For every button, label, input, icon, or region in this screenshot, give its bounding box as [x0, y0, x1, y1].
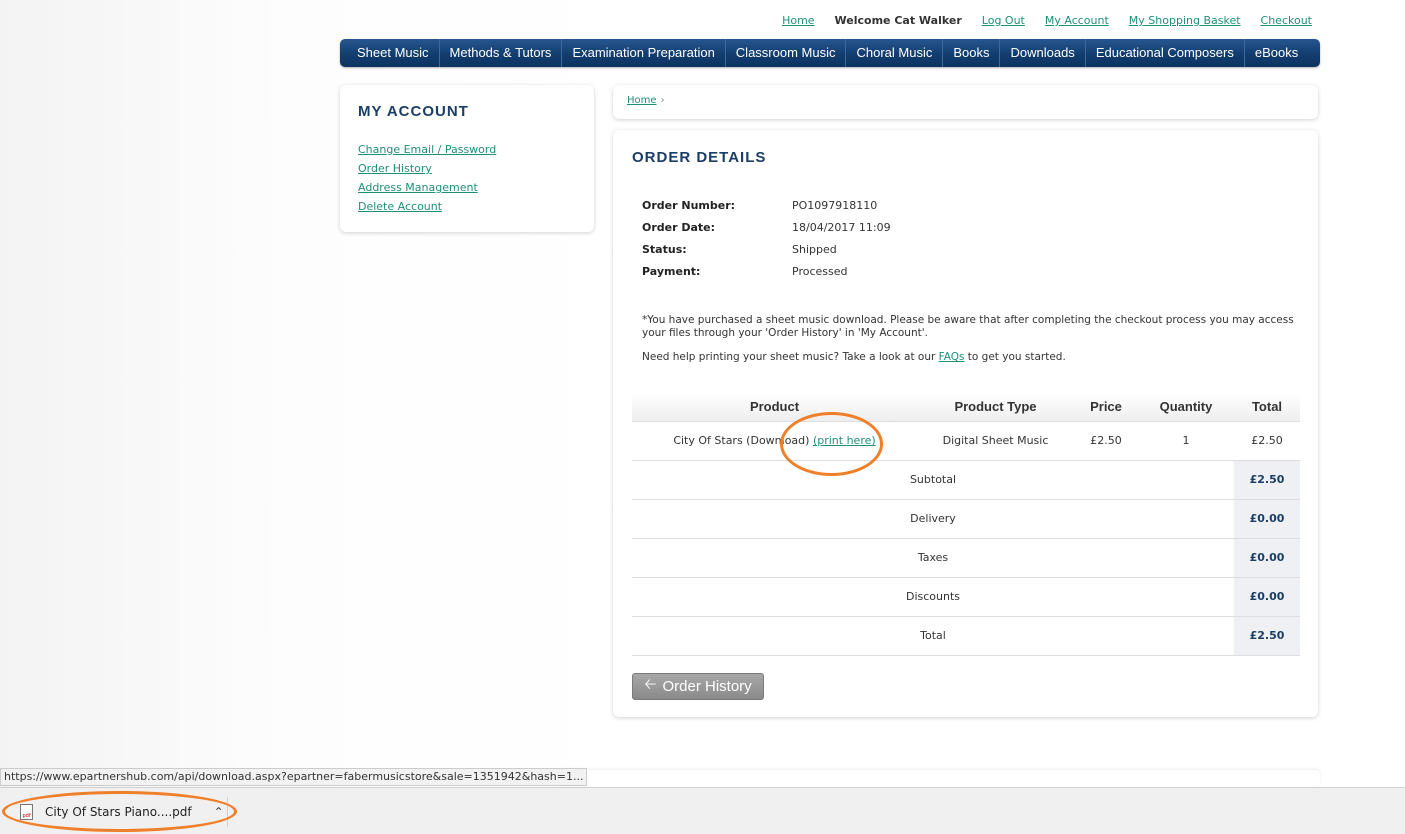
col-product-type: Product Type [917, 393, 1074, 422]
nav-educational-composers[interactable]: Educational Composers [1086, 39, 1245, 67]
pdf-icon-label: pdf [22, 813, 31, 819]
table-header-row: Product Product Type Price Quantity Tota… [632, 393, 1300, 422]
summary-row-total: Total £2.50 [632, 616, 1300, 656]
download-filename: City Of Stars Piano....pdf [45, 805, 192, 819]
order-details-panel: ORDER DETAILS Order Number: PO1097918110… [613, 130, 1318, 717]
order-status-row: Status: Shipped [642, 243, 891, 265]
logout-link[interactable]: Log Out [982, 14, 1025, 27]
delete-account-link[interactable]: Delete Account [358, 197, 576, 216]
account-links: Change Email / Password Order History Ad… [358, 140, 576, 216]
nav-downloads[interactable]: Downloads [1000, 39, 1086, 67]
nav-choral-music[interactable]: Choral Music [846, 39, 944, 67]
my-account-title: MY ACCOUNT [358, 103, 469, 120]
order-items-table: Product Product Type Price Quantity Tota… [632, 393, 1300, 656]
breadcrumb-separator: › [660, 95, 665, 106]
print-help-text: Need help printing your sheet music? Tak… [642, 351, 1302, 364]
welcome-text: Welcome Cat Walker [834, 14, 962, 27]
col-product: Product [632, 393, 917, 422]
nav-books[interactable]: Books [943, 39, 1001, 67]
item-quantity: 1 [1138, 421, 1234, 461]
taxes-value: £0.00 [1234, 538, 1300, 578]
summary-row-delivery: Delivery £0.00 [632, 499, 1300, 539]
order-payment-value: Processed [792, 265, 848, 278]
pdf-file-icon: pdf [20, 804, 33, 820]
subtotal-value: £2.50 [1234, 460, 1300, 500]
delivery-value: £0.00 [1234, 499, 1300, 539]
order-date-value: 18/04/2017 11:09 [792, 221, 891, 234]
summary-row-discounts: Discounts £0.00 [632, 577, 1300, 617]
delivery-label: Delivery [632, 499, 1234, 539]
order-details-title: ORDER DETAILS [632, 149, 767, 166]
nav-classroom-music[interactable]: Classroom Music [726, 39, 847, 67]
col-quantity: Quantity [1138, 393, 1234, 422]
discounts-value: £0.00 [1234, 577, 1300, 617]
order-date-label: Order Date: [642, 221, 716, 234]
order-status-value: Shipped [792, 243, 837, 256]
nav-ebooks[interactable]: eBooks [1245, 39, 1308, 67]
status-url: https://www.epartnershub.com/api/downloa… [0, 768, 588, 786]
subtotal-label: Subtotal [632, 460, 1234, 500]
item-total: £2.50 [1234, 421, 1300, 461]
breadcrumb: Home › [613, 85, 1318, 119]
item-type: Digital Sheet Music [917, 421, 1074, 461]
top-links: Home Welcome Cat Walker Log Out My Accou… [782, 14, 1312, 27]
total-label: Total [632, 616, 1234, 656]
taxes-label: Taxes [632, 538, 1234, 578]
discounts-label: Discounts [632, 577, 1234, 617]
print-here-link[interactable]: (print here) [813, 434, 876, 447]
table-row: City Of Stars (Download) (print here) Di… [632, 421, 1300, 461]
nav-sheet-music[interactable]: Sheet Music [347, 39, 440, 67]
summary-row-subtotal: Subtotal £2.50 [632, 460, 1300, 500]
nav-examination-preparation[interactable]: Examination Preparation [562, 39, 726, 67]
item-product-cell: City Of Stars (Download) (print here) [632, 421, 917, 461]
order-number-label: Order Number: [642, 199, 736, 212]
download-notice-text: *You have purchased a sheet music downlo… [642, 314, 1294, 339]
downloads-bar: pdf City Of Stars Piano....pdf ⌃ [0, 787, 1405, 834]
checkout-link[interactable]: Checkout [1261, 14, 1312, 27]
print-help-pre: Need help printing your sheet music? Tak… [642, 351, 939, 363]
summary-row-taxes: Taxes £0.00 [632, 538, 1300, 578]
main-nav: Sheet Music Methods & Tutors Examination… [340, 39, 1320, 67]
order-history-button-label: Order History [662, 678, 752, 695]
my-account-link[interactable]: My Account [1045, 14, 1109, 27]
download-notice: *You have purchased a sheet music downlo… [642, 314, 1302, 375]
order-status-label: Status: [642, 243, 687, 256]
change-email-password-link[interactable]: Change Email / Password [358, 140, 576, 159]
download-item[interactable]: pdf City Of Stars Piano....pdf ⌃ [14, 797, 228, 827]
breadcrumb-home-link[interactable]: Home [627, 95, 657, 106]
order-payment-label: Payment: [642, 265, 701, 278]
page-footer-strip [558, 770, 1320, 787]
print-help-post: to get you started. [964, 351, 1066, 363]
address-management-link[interactable]: Address Management [358, 178, 576, 197]
chevron-up-icon[interactable]: ⌃ [214, 805, 224, 819]
col-total: Total [1234, 393, 1300, 422]
home-link[interactable]: Home [782, 14, 814, 27]
my-account-panel: MY ACCOUNT Change Email / Password Order… [340, 85, 594, 232]
item-name: City Of Stars (Download) [673, 434, 810, 447]
col-price: Price [1074, 393, 1138, 422]
arrow-left-icon: 🡠 [644, 676, 657, 693]
order-number-row: Order Number: PO1097918110 [642, 199, 891, 221]
order-history-link[interactable]: Order History [358, 159, 576, 178]
total-value: £2.50 [1234, 616, 1300, 656]
order-payment-row: Payment: Processed [642, 265, 891, 287]
order-number-value: PO1097918110 [792, 199, 878, 212]
faqs-link[interactable]: FAQs [939, 351, 965, 363]
order-date-row: Order Date: 18/04/2017 11:09 [642, 221, 891, 243]
order-info: Order Number: PO1097918110 Order Date: 1… [642, 199, 891, 287]
item-price: £2.50 [1074, 421, 1138, 461]
shopping-basket-link[interactable]: My Shopping Basket [1129, 14, 1241, 27]
order-history-button[interactable]: 🡠 Order History [632, 673, 764, 700]
nav-methods-tutors[interactable]: Methods & Tutors [440, 39, 563, 67]
